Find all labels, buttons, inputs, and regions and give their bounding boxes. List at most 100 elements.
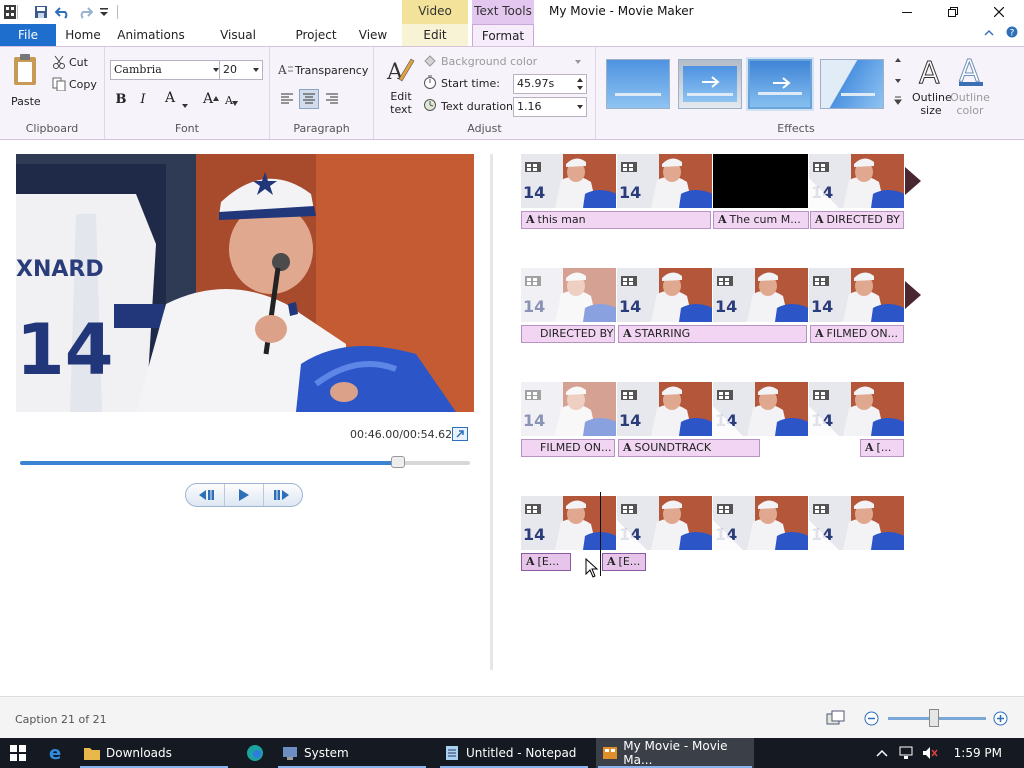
clip-thumbnail[interactable]: 14 — [809, 154, 905, 208]
seek-bar[interactable] — [20, 456, 470, 468]
zoom-in-button[interactable] — [993, 711, 1008, 729]
volume-muted-icon[interactable] — [922, 746, 938, 763]
video-preview[interactable]: XNARD 14 — [16, 154, 474, 412]
caption-clip[interactable]: DIRECTED BY — [521, 325, 615, 343]
align-left-button[interactable] — [277, 89, 297, 109]
clip-thumbnail[interactable]: 14 — [809, 268, 905, 322]
zoom-out-button[interactable] — [864, 711, 879, 729]
effect-thumbnail[interactable] — [678, 59, 742, 109]
text-duration-select[interactable]: 1.16 — [513, 97, 587, 117]
caption-clip[interactable]: A [E... — [521, 553, 571, 571]
clip-thumbnail[interactable]: 14 — [521, 496, 617, 550]
bold-button[interactable]: B — [111, 89, 131, 109]
effects-gallery-scroll[interactable] — [894, 57, 904, 111]
font-family-select[interactable]: Cambria — [110, 60, 223, 80]
align-right-button[interactable] — [322, 89, 342, 109]
caption-clip[interactable]: FILMED ON... — [521, 439, 615, 457]
clip-thumbnail[interactable]: 14 — [713, 496, 809, 550]
effect-thumbnail-selected[interactable] — [748, 59, 812, 109]
clip-thumbnail[interactable]: 14 — [521, 268, 617, 322]
next-frame-button[interactable] — [264, 484, 302, 506]
tab-animations[interactable]: Animations — [116, 24, 186, 46]
network-icon[interactable] — [899, 746, 915, 763]
clip-thumbnail[interactable]: 14 — [521, 382, 617, 436]
tab-file[interactable]: File — [0, 24, 56, 46]
clip-thumbnail[interactable]: 14 — [617, 382, 713, 436]
outline-color-button[interactable]: A Outline color — [950, 55, 990, 121]
help-icon[interactable]: ? — [1006, 26, 1018, 41]
caption-clip[interactable]: A FILMED ON... — [810, 325, 904, 343]
video-tools-header: Video Tools — [402, 0, 468, 40]
tab-view[interactable]: View — [352, 24, 394, 46]
maximize-button[interactable] — [930, 0, 976, 24]
taskbar-clock[interactable]: 1:59 PM — [954, 746, 1002, 760]
text-caption-icon: A — [623, 441, 632, 454]
align-center-button[interactable] — [299, 89, 319, 109]
svg-text:14: 14 — [619, 183, 641, 202]
transparency-button[interactable]: A Transparency — [278, 61, 372, 81]
close-button[interactable] — [976, 0, 1022, 24]
clip-thumbnail[interactable]: 14 — [713, 382, 809, 436]
font-color-dropdown-icon[interactable] — [182, 97, 188, 111]
undo-icon[interactable] — [53, 2, 73, 22]
clip-thumbnail[interactable]: 14 — [617, 154, 713, 208]
clip-thumbnail[interactable] — [713, 154, 809, 208]
cut-button[interactable]: Cut — [50, 54, 100, 72]
start-button[interactable] — [0, 738, 36, 768]
clip-thumbnail[interactable]: 14 — [713, 268, 809, 322]
italic-button[interactable]: I — [133, 89, 153, 109]
tab-format[interactable]: Format — [472, 24, 534, 46]
collapse-ribbon-icon[interactable] — [984, 26, 994, 41]
edge-legacy-button[interactable]: e — [40, 738, 72, 768]
clip-thumbnail[interactable]: 14 — [809, 382, 905, 436]
copy-button[interactable]: Copy — [50, 76, 100, 94]
text-caption-icon: A — [815, 327, 824, 340]
tab-home[interactable]: Home — [62, 24, 104, 46]
tab-edit[interactable]: Edit — [402, 24, 468, 46]
start-time-input[interactable]: 45.97s — [513, 74, 587, 94]
minimize-button[interactable] — [884, 0, 930, 24]
zoom-slider-thumb[interactable] — [929, 709, 940, 727]
storyboard-row: 14 14 14 14 — [521, 268, 905, 322]
effect-thumbnail[interactable] — [820, 59, 884, 109]
edit-text-button[interactable]: A Edit text — [382, 55, 418, 117]
caption-clip[interactable]: A DIRECTED BY — [810, 211, 904, 229]
taskbar-item-movie-maker[interactable]: My Movie - Movie Ma... — [596, 738, 754, 768]
taskbar-item-downloads[interactable]: Downloads — [78, 738, 230, 768]
pane-splitter[interactable] — [490, 154, 493, 670]
font-color-button[interactable]: A — [160, 88, 180, 108]
font-size-select[interactable]: 20 — [219, 60, 263, 80]
tab-visual-effects[interactable]: Visual Effects — [198, 24, 278, 64]
save-icon[interactable] — [31, 2, 51, 22]
thumbnail-size-button[interactable] — [826, 710, 846, 729]
caption-clip[interactable]: Athis man — [521, 211, 711, 229]
caption-clip[interactable]: A SOUNDTRACK — [618, 439, 760, 457]
caption-clip[interactable]: A [... — [860, 439, 904, 457]
caption-clip[interactable]: A The cum M... — [713, 211, 809, 229]
outline-size-button[interactable]: A Outline size — [912, 55, 952, 121]
tab-project[interactable]: Project — [290, 24, 342, 46]
background-color-button[interactable]: Background color — [423, 53, 581, 71]
show-hidden-icons[interactable] — [876, 747, 888, 761]
customize-toolbar-icon[interactable] — [94, 2, 114, 22]
seek-thumb[interactable] — [391, 456, 405, 468]
previous-frame-button[interactable] — [186, 484, 225, 506]
clip-thumbnail[interactable]: 14 — [521, 154, 617, 208]
taskbar-item-notepad[interactable]: Untitled - Notepad — [438, 738, 590, 768]
effect-thumbnail[interactable] — [606, 59, 670, 109]
svg-text:e: e — [49, 744, 61, 762]
clip-thumbnail[interactable]: 14 — [617, 268, 713, 322]
paste-button[interactable]: Paste — [8, 53, 44, 109]
seek-progress — [20, 461, 398, 465]
spinner-icon[interactable] — [577, 78, 583, 90]
redo-icon[interactable] — [75, 2, 95, 22]
clip-thumbnail[interactable]: 14 — [617, 496, 713, 550]
play-button[interactable] — [225, 484, 264, 506]
caption-clip[interactable]: A STARRING — [618, 325, 807, 343]
windows-logo-icon — [10, 745, 26, 761]
caption-clip[interactable]: A [E... — [602, 553, 646, 571]
edge-button[interactable] — [240, 738, 270, 768]
fullscreen-button[interactable] — [452, 427, 468, 441]
clip-thumbnail[interactable]: 14 — [809, 496, 905, 550]
taskbar-item-system[interactable]: System — [276, 738, 428, 768]
